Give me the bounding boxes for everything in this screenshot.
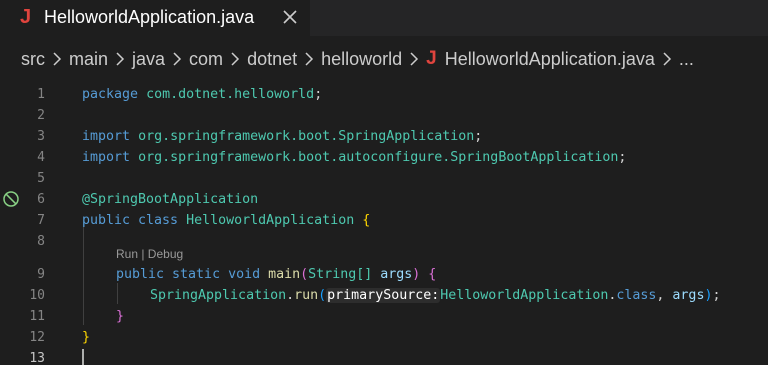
code-line: 7 public class HelloworldApplication { <box>0 210 768 231</box>
code-line: 1 package com.dotnet.helloworld; <box>0 84 768 105</box>
tab-helloworld-application[interactable]: J HelloworldApplication.java <box>0 0 310 36</box>
breadcrumb-item-file[interactable]: HelloworldApplication.java <box>445 49 655 70</box>
breadcrumb-item-dotnet[interactable]: dotnet <box>247 49 297 70</box>
code-line: 10 SpringApplication.run(primarySource:H… <box>0 285 768 306</box>
line-number: 9 <box>37 267 45 282</box>
code-line: 13 <box>0 348 768 365</box>
breadcrumb-item-src[interactable]: src <box>21 49 45 70</box>
breadcrumb-item-helloworld[interactable]: helloworld <box>321 49 402 70</box>
line-number: 1 <box>37 87 45 102</box>
chevron-right-icon <box>53 52 62 66</box>
line-number: 12 <box>29 330 45 345</box>
code-text: } <box>82 330 91 345</box>
line-number: 10 <box>29 288 45 303</box>
code-text: public static void main(String[] args) { <box>116 267 437 282</box>
line-number: 2 <box>37 108 45 123</box>
tab-title[interactable]: HelloworldApplication.java <box>44 7 254 28</box>
code-line: 6 @SpringBootApplication <box>0 189 768 210</box>
code-text: @SpringBootApplication <box>82 192 259 207</box>
inlay-hint: primarySource: <box>326 288 441 303</box>
breadcrumb-more[interactable]: ... <box>679 49 694 70</box>
chevron-right-icon <box>410 52 419 66</box>
line-number: 13 <box>29 351 45 365</box>
code-line: 9 public static void main(String[] args)… <box>0 264 768 285</box>
code-line: 5 <box>0 168 768 189</box>
codelens-row: Run | Debug <box>0 244 768 265</box>
chevron-right-icon <box>305 52 314 66</box>
line-number: 11 <box>29 309 45 324</box>
breadcrumb-item-com[interactable]: com <box>189 49 223 70</box>
tab-bar: J HelloworldApplication.java <box>0 0 768 36</box>
breadcrumb: src main java com dotnet helloworld J He… <box>0 36 768 84</box>
java-file-icon: J <box>426 48 437 69</box>
line-number: 6 <box>37 192 45 207</box>
line-number: 5 <box>37 171 45 186</box>
code-text: public class HelloworldApplication { <box>82 213 371 228</box>
close-icon[interactable] <box>281 8 299 26</box>
chevron-right-icon <box>173 52 182 66</box>
chevron-right-icon <box>663 52 671 66</box>
code-text: package com.dotnet.helloworld; <box>82 87 323 102</box>
code-text: SpringApplication.run(primarySource:Hell… <box>150 288 721 303</box>
code-text: import org.springframework.boot.SpringAp… <box>82 129 483 144</box>
breadcrumb-item-java[interactable]: java <box>132 49 165 70</box>
code-line: 11 } <box>0 306 768 327</box>
code-editor[interactable]: 1 package com.dotnet.helloworld; 2 3 imp… <box>0 84 768 365</box>
line-number: 3 <box>37 129 45 144</box>
code-text: } <box>116 309 125 324</box>
code-line: 12 } <box>0 327 768 348</box>
java-file-icon: J <box>20 6 32 28</box>
code-line: 3 import org.springframework.boot.Spring… <box>0 126 768 147</box>
code-line: 2 <box>0 105 768 126</box>
chevron-right-icon <box>231 52 240 66</box>
chevron-right-icon <box>116 52 125 66</box>
code-text: import org.springframework.boot.autoconf… <box>82 150 627 165</box>
line-number: 4 <box>37 150 45 165</box>
code-line: 4 import org.springframework.boot.autoco… <box>0 147 768 168</box>
breadcrumb-item-main[interactable]: main <box>69 49 108 70</box>
codelens-run-debug[interactable]: Run | Debug <box>116 244 183 265</box>
line-number: 7 <box>37 213 45 228</box>
text-cursor <box>82 349 84 365</box>
